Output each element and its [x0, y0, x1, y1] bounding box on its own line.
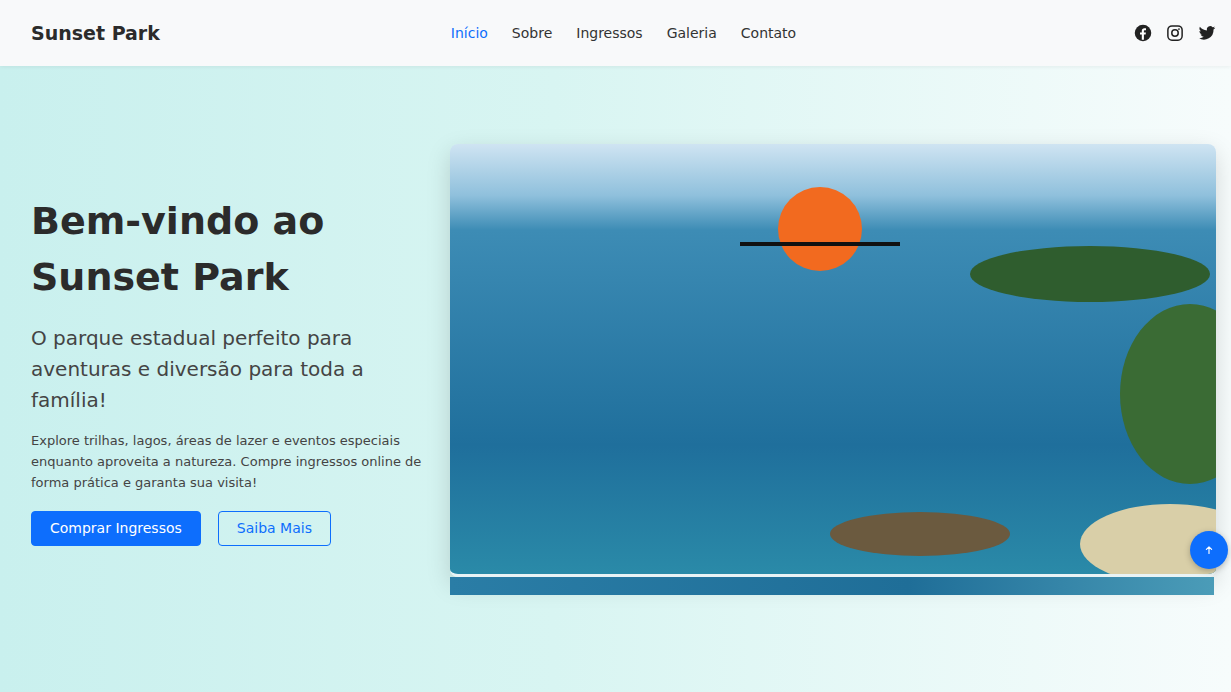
nav-link[interactable]: Galeria	[667, 25, 717, 41]
nav-link[interactable]: Início	[451, 25, 488, 41]
hero-banner-image	[450, 144, 1216, 577]
arrow-up-icon	[1202, 543, 1216, 557]
page: Sunset ParkInício Sobre Ingressos Galeria Co…	[0, 0, 1231, 692]
buy-tickets-button[interactable]: Comprar Ingressos	[31, 511, 201, 546]
hero: Bem-vindo ao Sunset Park O parque estadua…	[0, 66, 1231, 692]
nav: Início Sobre Ingressos Galeria Contato	[451, 25, 796, 41]
nav-link[interactable]: Contato	[741, 25, 796, 41]
back-to-top-button[interactable]	[1190, 531, 1228, 569]
banner-strip	[450, 577, 1214, 595]
hero-media	[450, 144, 1216, 595]
instagram-icon[interactable]	[1166, 24, 1184, 42]
nav-link[interactable]: Ingressos	[576, 25, 642, 41]
learn-more-button[interactable]: Saiba Mais	[218, 511, 331, 546]
hero-title: Bem-vindo ao Sunset Park	[31, 193, 436, 305]
hero-description: Explore trilhas, lagos, áreas de lazer e…	[31, 430, 436, 493]
brand[interactable]: Sunset Park	[31, 22, 451, 44]
hero-buttons: Comprar Ingressos Saiba Mais	[31, 511, 436, 546]
hero-subtitle: O parque estadual perfeito para aventura…	[31, 323, 436, 416]
social-links	[796, 24, 1216, 42]
twitter-icon[interactable]	[1198, 24, 1216, 42]
nav-link[interactable]: Sobre	[512, 25, 552, 41]
hero-content: Bem-vindo ao Sunset Park O parque estadua…	[31, 193, 436, 546]
header: Sunset ParkInício Sobre Ingressos Galeria Co…	[0, 0, 1231, 66]
facebook-icon[interactable]	[1134, 24, 1152, 42]
